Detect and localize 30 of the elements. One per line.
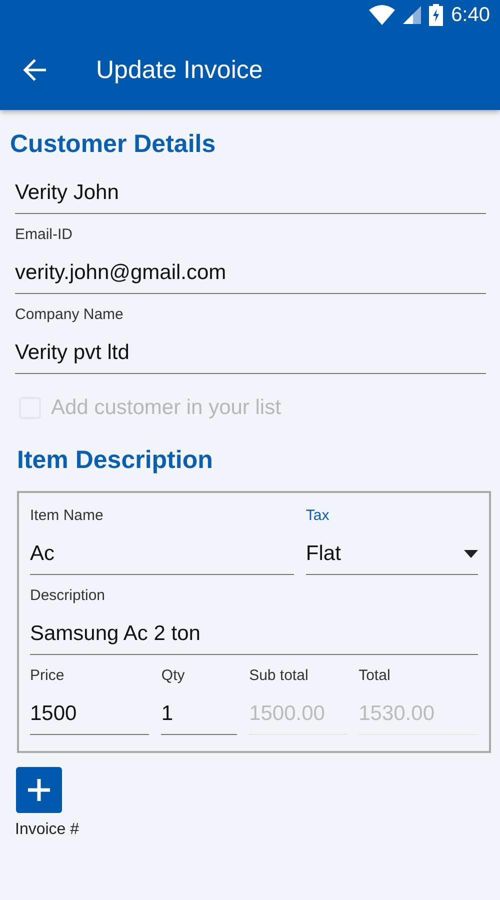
section-heading: Customer Details — [10, 130, 217, 159]
field-label: Price — [30, 667, 66, 684]
input-field[interactable]: verity.john@gmail.com — [15, 253, 486, 294]
wifi-icon — [369, 5, 396, 25]
field-label: Tax — [306, 507, 330, 524]
field-label: Qty — [161, 667, 186, 684]
signal-icon — [403, 6, 422, 24]
field-label: Total — [358, 667, 392, 684]
field-label: Description — [30, 587, 106, 604]
plus-icon — [27, 778, 51, 802]
screen-title: Update Invoice — [96, 56, 263, 84]
field-label: Item Name — [30, 507, 104, 524]
tax-dropdown[interactable]: Flat — [306, 534, 478, 575]
input-field[interactable]: Verity pvt ltd — [15, 333, 486, 374]
input-field[interactable]: 1500 — [30, 694, 150, 735]
section-heading: Item Description — [17, 446, 214, 475]
add-button[interactable] — [16, 767, 62, 813]
field-label: Invoice # — [15, 821, 80, 839]
input-field[interactable]: Verity John — [15, 173, 486, 214]
field-label: Sub total — [249, 667, 310, 684]
clock-time: 6:40 — [451, 4, 490, 26]
back-button[interactable] — [22, 57, 48, 83]
input-field[interactable]: 1 — [161, 694, 238, 735]
field-label: Email-ID — [15, 226, 74, 243]
checkbox-label: Add customer in your list — [51, 396, 281, 420]
input-field[interactable]: Samsung Ac 2 ton — [30, 614, 478, 655]
field-label: Company Name — [15, 306, 124, 323]
input-field[interactable]: Ac — [30, 534, 294, 575]
caret-icon — [464, 550, 478, 558]
battery-icon — [429, 4, 444, 26]
